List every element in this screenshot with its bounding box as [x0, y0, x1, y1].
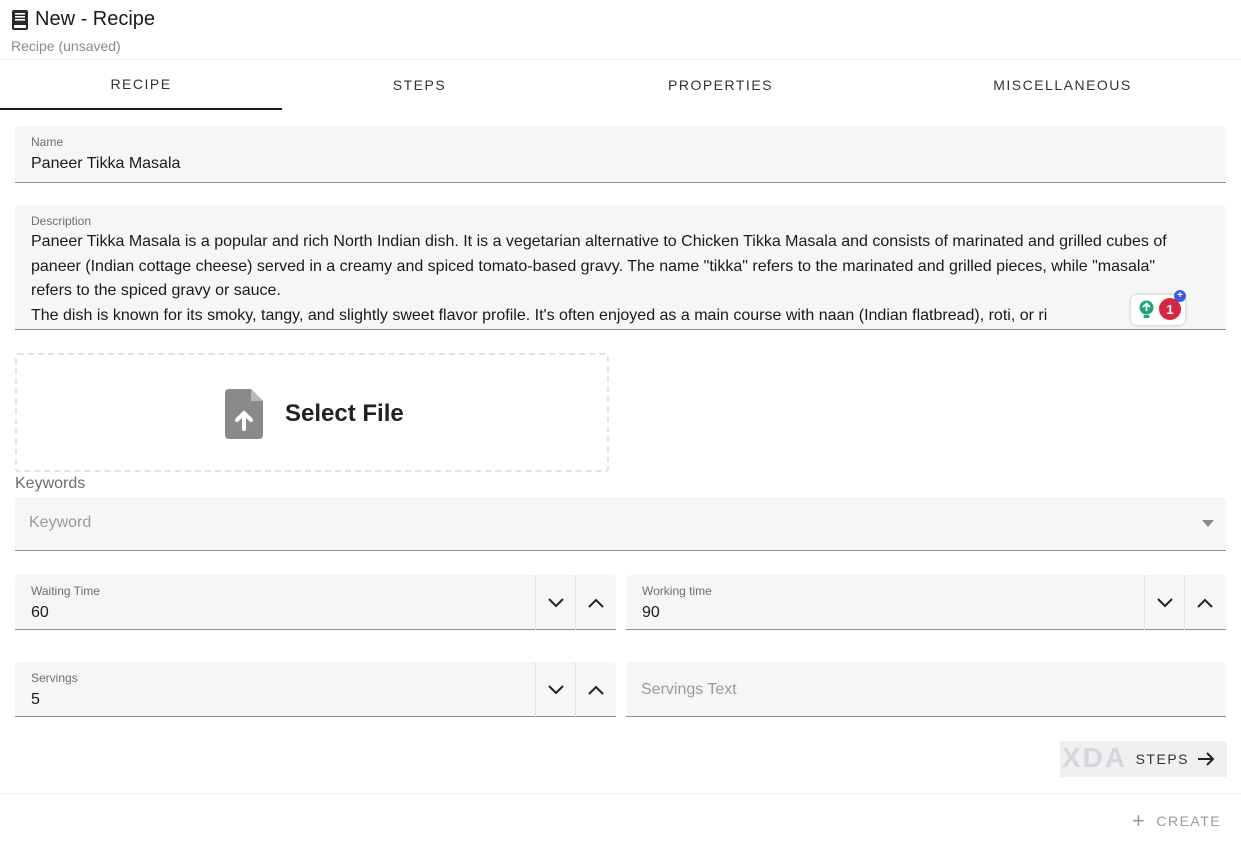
description-value: Paneer Tikka Masala is a popular and ric… — [31, 233, 1167, 324]
page-subtitle: Recipe (unsaved) — [11, 38, 121, 54]
app-header: New - Recipe Recipe (unsaved) — [0, 0, 1241, 60]
chevron-down-icon — [547, 684, 564, 694]
waiting-time-field[interactable]: Waiting Time 60 — [15, 575, 616, 630]
working-time-label: Working time — [642, 584, 712, 598]
tab-recipe[interactable]: RECIPE — [0, 60, 282, 110]
file-upload-icon — [225, 389, 263, 439]
steps-button-label: STEPS — [1135, 751, 1189, 767]
extension-badge[interactable]: 1 + — [1131, 290, 1186, 325]
servings-decrement-button[interactable] — [535, 662, 575, 717]
chevron-down-icon — [547, 597, 564, 607]
waiting-time-stepper — [535, 575, 615, 630]
xda-watermark-logo: XDA — [1062, 742, 1128, 773]
tab-properties[interactable]: PROPERTIES — [557, 60, 884, 110]
chevron-up-icon — [1196, 598, 1213, 608]
waiting-time-decrement-button[interactable] — [535, 575, 575, 630]
working-time-value: 90 — [642, 604, 660, 621]
arrow-right-icon — [1198, 752, 1215, 766]
keyword-placeholder: Keyword — [29, 514, 92, 531]
servings-increment-button[interactable] — [575, 662, 615, 717]
name-field[interactable]: Name Paneer Tikka Masala — [15, 126, 1226, 183]
file-dropzone[interactable]: Select File — [15, 353, 609, 472]
plus-icon: + — [1132, 808, 1147, 833]
tab-miscellaneous[interactable]: MISCELLANEOUS — [884, 60, 1241, 110]
select-file-label: Select File — [285, 400, 404, 427]
footer-divider — [0, 793, 1241, 794]
chevron-up-icon — [587, 598, 604, 608]
page-title: New - Recipe — [35, 8, 156, 30]
servings-field[interactable]: Servings 5 — [15, 662, 616, 717]
waiting-time-value: 60 — [31, 604, 49, 621]
lightbulb-icon — [1139, 300, 1154, 318]
working-time-field[interactable]: Working time 90 — [626, 575, 1226, 630]
description-label: Description — [31, 214, 92, 228]
tab-steps[interactable]: STEPS — [282, 60, 557, 110]
create-button[interactable]: + CREATE — [1132, 808, 1221, 834]
working-time-stepper — [1144, 575, 1224, 630]
description-field[interactable]: Description Paneer Tikka Masala is a pop… — [15, 205, 1226, 330]
chevron-up-icon — [587, 685, 604, 695]
keyword-select[interactable]: Keyword — [15, 497, 1226, 551]
servings-stepper — [535, 662, 615, 717]
title-row: New - Recipe — [11, 8, 155, 31]
chevron-down-icon — [1156, 597, 1173, 607]
waiting-time-increment-button[interactable] — [575, 575, 615, 630]
servings-label: Servings — [31, 671, 78, 685]
keywords-section-label: Keywords — [15, 475, 86, 492]
book-icon — [11, 9, 29, 31]
servings-text-placeholder: Servings Text — [641, 681, 737, 698]
servings-value: 5 — [31, 691, 40, 708]
tab-bar: RECIPE STEPS PROPERTIES MISCELLANEOUS — [0, 60, 1241, 110]
create-button-label: CREATE — [1156, 813, 1222, 829]
chevron-down-icon[interactable] — [1202, 520, 1214, 527]
servings-text-field[interactable]: Servings Text — [626, 662, 1226, 717]
working-time-decrement-button[interactable] — [1144, 575, 1184, 630]
plus-icon: + — [1174, 290, 1186, 302]
waiting-time-label: Waiting Time — [31, 584, 100, 598]
name-value: Paneer Tikka Masala — [31, 155, 181, 172]
name-label: Name — [31, 135, 64, 149]
working-time-increment-button[interactable] — [1184, 575, 1224, 630]
